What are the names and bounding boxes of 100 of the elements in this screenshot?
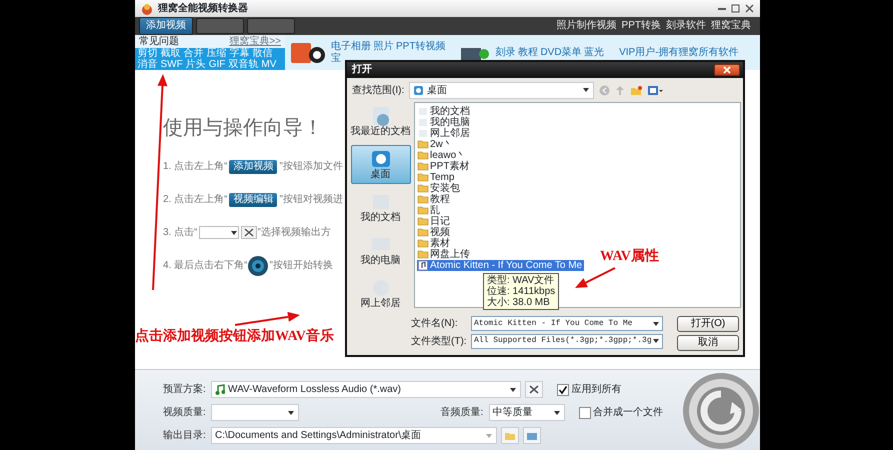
open-folder-button[interactable] (523, 427, 541, 444)
places-item[interactable]: 我最近的文档 (350, 102, 410, 141)
folder-icon (417, 205, 429, 216)
look-in-dropdown[interactable]: 桌面 (409, 82, 594, 98)
file-item[interactable]: 日记 (417, 216, 452, 227)
checkbox[interactable] (578, 406, 590, 418)
top-link[interactable]: PPT转换 (622, 21, 661, 31)
toolbar-button[interactable]: 添加视频 (139, 17, 193, 35)
file-item[interactable]: 我的电脑 (417, 117, 472, 128)
close-button[interactable] (714, 64, 740, 76)
up-folder-icon (615, 84, 626, 96)
caret-icon (652, 338, 660, 344)
promo-link[interactable]: VIP用户-拥有狸窝所有软件 (619, 46, 739, 58)
convert-button[interactable] (682, 372, 760, 450)
promo-link[interactable]: 照片 (374, 40, 394, 52)
places-item[interactable]: 桌面 (350, 145, 410, 184)
file-name: 网盘上传 (430, 249, 470, 260)
dialog-field-label: 文件名(N): (411, 316, 459, 331)
caret-icon (287, 410, 295, 416)
file-name: 我的电脑 (430, 117, 470, 128)
promo-link[interactable]: 宝 (331, 52, 341, 64)
file-name: 2w丶 (430, 139, 453, 150)
preset-dropdown[interactable]: WAV-Waveform Lossless Audio (*.wav) (211, 381, 521, 398)
preset-label: 预置方案: (163, 382, 207, 397)
view-menu-icon (647, 84, 664, 96)
folder-icon (417, 183, 429, 194)
file-name: PPT素材 (430, 161, 470, 172)
annotation-text: 点击添加视频按钮添加WAV音乐 (135, 330, 334, 344)
close-icon (723, 66, 731, 74)
folder-icon (417, 150, 429, 161)
cancel-button[interactable]: 取消 (677, 334, 739, 350)
place-label: 网上邻居 (360, 298, 400, 309)
file-item[interactable]: 视频 (417, 227, 452, 238)
app-logo-icon (141, 2, 153, 14)
audio-quality-dropdown[interactable]: 中等质量 (488, 404, 564, 421)
folder-icon (417, 227, 429, 238)
tooltip-line: 位速: 1411kbps (487, 286, 556, 297)
video-quality-label: 视频质量: (163, 406, 207, 420)
maximize-icon (731, 4, 740, 13)
promo-link[interactable]: 教程 (518, 46, 538, 58)
caret-icon (485, 432, 493, 438)
file-item[interactable]: 素材 (417, 238, 452, 249)
file-item[interactable]: 网上邻居 (417, 128, 472, 139)
file-item[interactable]: PPT素材 (417, 161, 472, 172)
step-text: 2. 点击左上角“ (163, 192, 228, 207)
caret-icon (509, 386, 517, 392)
promo-link[interactable]: 电子相册 (331, 40, 371, 52)
more-link[interactable]: 狸窝宝典>> (229, 34, 281, 49)
dialog-field-label: 文件类型(T): (411, 334, 468, 348)
file-name: 视频 (430, 227, 450, 238)
field-value: All Supported Files(*.3gp;*.3gpp;*.3g (474, 335, 652, 347)
step-text: ”选择视频输出方 (257, 226, 331, 240)
file-item[interactable]: 2w丶 (417, 139, 455, 150)
file-item[interactable]: 网盘上传 (417, 249, 472, 260)
field-value: C:\Documents and Settings\Administrator\桌面 (215, 428, 422, 443)
file-name: leawo丶 (430, 150, 466, 161)
file-name: 素材 (430, 238, 450, 249)
file-item[interactable]: 安装包 (417, 183, 462, 194)
file-item[interactable]: 乱 (417, 205, 442, 216)
file-name: 我的文档 (430, 106, 470, 117)
place-label: 我的电脑 (360, 255, 400, 266)
open-button[interactable]: 打开(O) (677, 316, 739, 332)
folder-icon (417, 161, 429, 172)
dialog-dropdown[interactable]: All Supported Files(*.3gp;*.3gpp;*.3g (471, 334, 663, 348)
tooltip-line: 类型: WAV文件 (487, 275, 556, 286)
step-text: 3. 点击“ (163, 226, 198, 240)
dialog-dropdown[interactable]: Atomic Kitten - If You Come To Me (471, 316, 663, 331)
annotation-arrow (234, 312, 300, 326)
checkbox[interactable] (557, 384, 569, 396)
checkbox-label: 应用到所有 (572, 382, 622, 397)
music-note-icon (215, 384, 225, 395)
top-link[interactable]: 刻录软件 (666, 21, 706, 31)
promo-link[interactable]: DVD菜单 (540, 46, 582, 58)
file-item[interactable]: Temp (417, 172, 456, 183)
file-item[interactable]: 教程 (417, 194, 452, 205)
promo-link[interactable]: 蓝光 (584, 46, 604, 58)
places-item[interactable]: 网上邻居 (350, 274, 410, 313)
guide-button-image: 视频编辑 (229, 192, 278, 206)
video-quality-dropdown[interactable] (211, 404, 299, 421)
faq-title: 常见问题 (139, 36, 179, 46)
place-label: 我最近的文档 (350, 126, 410, 137)
caret-icon (230, 230, 238, 236)
caret-icon (582, 87, 590, 93)
folder-icon (417, 216, 429, 227)
new-folder-icon (630, 84, 642, 96)
file-item[interactable]: 我的文档 (417, 106, 472, 117)
output-label: 输出目录: (163, 428, 207, 443)
file-item[interactable]: leawo丶 (417, 150, 468, 161)
step-text: ”按钮添加文件 (279, 160, 343, 174)
promo-link[interactable]: PPT转视频 (396, 40, 446, 52)
top-link[interactable]: 狸窝宝典 (711, 21, 751, 31)
file-name: 日记 (430, 216, 450, 227)
folder-icon (417, 139, 429, 150)
output-folder-field[interactable]: C:\Documents and Settings\Administrator\桌面 (211, 427, 497, 444)
places-item[interactable]: 我的文档 (350, 188, 410, 227)
places-item[interactable]: 我的电脑 (350, 231, 410, 270)
promo-link[interactable]: 刻录 (495, 46, 516, 58)
settings-tool-button[interactable] (525, 381, 543, 398)
file-name: 网上邻居 (430, 128, 470, 139)
top-link[interactable]: 照片制作视频 (556, 21, 617, 31)
